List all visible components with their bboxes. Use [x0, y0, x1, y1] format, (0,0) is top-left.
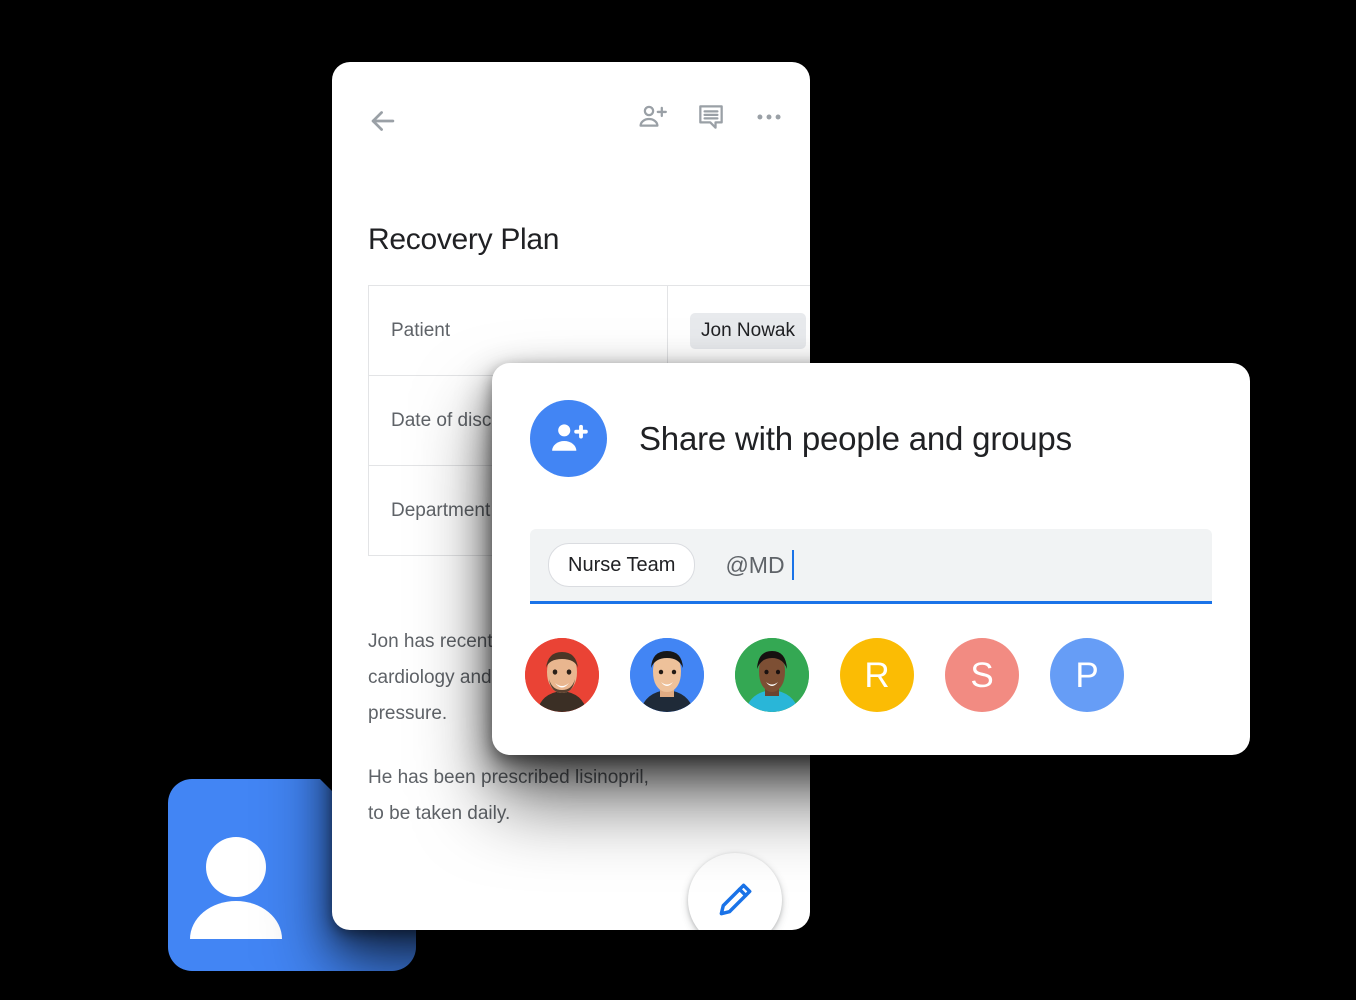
avatar-letter-r[interactable]: R: [840, 638, 914, 712]
share-input[interactable]: Nurse Team @MD: [530, 529, 1212, 601]
avatar-photo-3[interactable]: [735, 638, 809, 712]
avatar-initial: S: [970, 655, 994, 695]
avatar-initial: R: [864, 655, 890, 695]
avatar-initial: P: [1075, 655, 1099, 695]
text-caret: [791, 550, 794, 580]
edit-pencil-fab[interactable]: [688, 853, 782, 930]
table-cell-label: Patient: [368, 285, 668, 376]
person-add-icon: [530, 400, 607, 477]
more-vert-icon[interactable]: [752, 100, 786, 134]
avatar-photo-1[interactable]: [525, 638, 599, 712]
avatar-photo-2[interactable]: [630, 638, 704, 712]
share-dialog-header: Share with people and groups: [530, 400, 1072, 477]
suggested-people-row: R S P: [525, 638, 1124, 712]
person-add-icon[interactable]: [636, 100, 670, 134]
table-row: Patient Jon Nowak: [368, 285, 810, 376]
avatar-letter-s[interactable]: S: [945, 638, 1019, 712]
share-input-wrapper: Nurse Team @MD: [530, 529, 1212, 604]
comment-icon[interactable]: [694, 100, 728, 134]
table-cell-value: Jon Nowak: [667, 285, 810, 376]
body-paragraph: He has been prescribed lisinopril, to be…: [368, 767, 649, 824]
share-dialog-title: Share with people and groups: [639, 419, 1072, 457]
back-arrow-icon[interactable]: [366, 104, 400, 138]
avatar-letter-p[interactable]: P: [1050, 638, 1124, 712]
recipient-chip-nurse-team[interactable]: Nurse Team: [548, 543, 696, 587]
page-title: Recovery Plan: [368, 223, 560, 256]
share-dialog: Share with people and groups Nurse Team …: [492, 363, 1250, 755]
screen-root: Recovery Plan Patient Jon Nowak Date of …: [0, 0, 1356, 1000]
patient-name-highlight: Jon Nowak: [690, 312, 806, 349]
share-input-underline: [530, 601, 1212, 604]
document-toolbar: [332, 62, 810, 172]
share-input-text: @MD: [725, 550, 794, 580]
toolbar-actions: [636, 100, 786, 134]
share-input-value: @MD: [725, 551, 785, 578]
